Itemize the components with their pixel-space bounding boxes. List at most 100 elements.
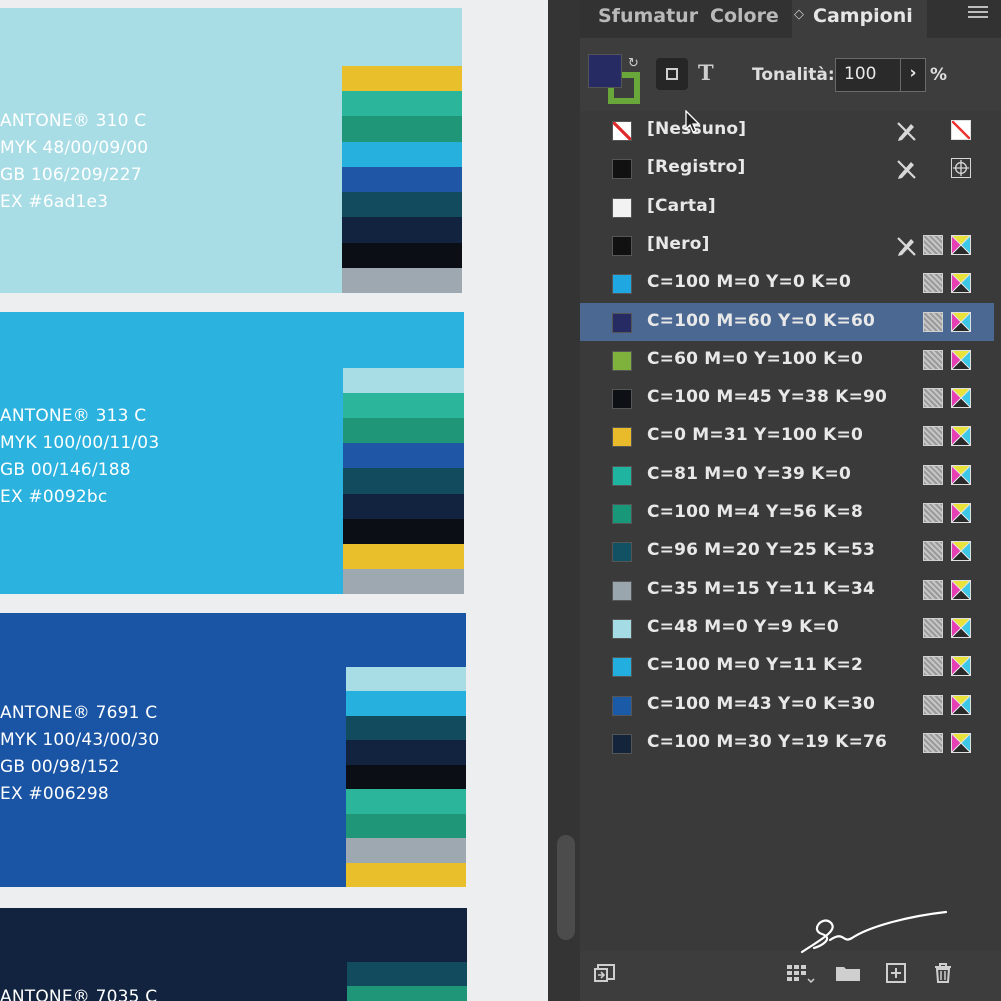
swatch-row[interactable]: [Nessuno] (580, 111, 994, 149)
scrollbar-thumb[interactable] (557, 835, 575, 940)
cmyk-mode-icon (951, 465, 971, 485)
swatch-row[interactable]: C=48 M=0 Y=9 K=0 (580, 609, 994, 647)
tab-color[interactable]: Colore (710, 5, 779, 27)
non-editable-pencil-icon (897, 237, 916, 256)
color-stack (343, 368, 464, 594)
swatch-row[interactable]: C=81 M=0 Y=39 K=0 (580, 456, 994, 494)
swatch-color-chip (612, 236, 632, 256)
swatch-name: [Carta] (647, 196, 716, 216)
formatting-affects-text-button[interactable]: T (698, 60, 714, 85)
new-color-group-options-icon[interactable] (786, 963, 816, 983)
swatch-name: [Registro] (647, 157, 746, 177)
card-line: EX #0092bc (0, 487, 108, 507)
color-card-pantone-313: ANTONE® 313 C MYK 100/00/11/03 GB 00/146… (0, 312, 464, 594)
panel-menu-icon[interactable] (968, 6, 988, 22)
formatting-affects-container-button[interactable] (656, 58, 688, 90)
swatch-row[interactable]: C=100 M=45 Y=38 K=90 (580, 379, 994, 417)
swatch-row[interactable]: C=100 M=0 Y=11 K=2 (580, 647, 994, 685)
card-line: EX #006298 (0, 784, 109, 804)
swatch-row[interactable]: C=96 M=20 Y=25 K=53 (580, 532, 994, 570)
document-canvas: ANTONE® 310 C MYK 48/00/09/00 GB 106/209… (0, 0, 548, 1001)
cmyk-mode-icon (951, 388, 971, 408)
swatch-row[interactable]: C=100 M=30 Y=19 K=76 (580, 724, 994, 762)
card-line: MYK 48/00/09/00 (0, 138, 149, 158)
process-color-icon (923, 733, 943, 753)
color-stack-band (343, 568, 464, 594)
swatch-row[interactable]: C=100 M=43 Y=0 K=30 (580, 686, 994, 724)
swatch-color-chip (612, 198, 632, 218)
swatch-row[interactable]: C=35 M=15 Y=11 K=34 (580, 571, 994, 609)
swatch-row[interactable]: C=100 M=0 Y=0 K=0 (580, 264, 994, 302)
mouse-cursor-icon (685, 110, 701, 133)
color-stack-band (346, 862, 466, 887)
color-card-pantone-310: ANTONE® 310 C MYK 48/00/09/00 GB 106/209… (0, 8, 462, 293)
swatch-color-chip (612, 121, 632, 141)
color-stack-band (346, 715, 466, 741)
swatch-name: C=35 M=15 Y=11 K=34 (647, 579, 876, 599)
color-stack-band (343, 468, 464, 494)
swatch-row[interactable]: [Registro] (580, 149, 994, 187)
swatch-row[interactable]: C=100 M=4 Y=56 K=8 (580, 494, 994, 532)
color-card-specs: ANTONE® 7035 C (0, 984, 157, 1001)
color-stack-band (346, 691, 466, 716)
swatch-color-chip (612, 734, 632, 754)
color-stack (346, 667, 466, 887)
cmyk-mode-icon (951, 350, 971, 370)
swatch-row[interactable]: [Nero] (580, 226, 994, 264)
color-stack-band (347, 986, 467, 1001)
swatch-name: C=96 M=20 Y=25 K=53 (647, 540, 876, 560)
color-stack-band (342, 66, 462, 92)
swatch-name: C=81 M=0 Y=39 K=0 (647, 464, 851, 484)
swatch-row[interactable]: C=0 M=31 Y=100 K=0 (580, 417, 994, 455)
tint-label: Tonalità: (752, 65, 835, 85)
card-line: GB 00/98/152 (0, 757, 120, 777)
cmyk-mode-icon (951, 733, 971, 753)
swatch-row[interactable]: C=100 M=60 Y=0 K=60 (580, 303, 994, 341)
fill-swatch[interactable] (588, 54, 622, 88)
tint-input[interactable]: 100 (835, 58, 901, 92)
registration-mark-icon (951, 158, 971, 178)
color-stack-band (342, 116, 462, 142)
process-color-icon (923, 465, 943, 485)
process-color-icon (923, 350, 943, 370)
swatch-row[interactable]: [Carta] (580, 188, 994, 226)
swatch-color-chip (612, 313, 632, 333)
color-stack-band (343, 543, 464, 569)
process-color-icon (923, 656, 943, 676)
swatch-color-chip (612, 351, 632, 371)
swatch-color-chip (612, 466, 632, 486)
tab-gradient[interactable]: Sfumatur (598, 5, 698, 27)
process-color-icon (923, 580, 943, 600)
tint-slider-button[interactable]: › (900, 58, 926, 92)
process-color-icon (923, 618, 943, 638)
signature-watermark (800, 910, 948, 954)
fill-stroke-widget[interactable]: ↻ (588, 54, 642, 106)
color-stack-band (343, 418, 464, 444)
color-stack-band (343, 493, 464, 519)
process-color-icon (923, 426, 943, 446)
card-line: ANTONE® 310 C (0, 111, 147, 131)
swatch-list: [Nessuno] [Registro] [Carta] [Nero] C=100 M=… (580, 111, 1001, 951)
color-stack-band (343, 368, 464, 394)
new-color-group-icon[interactable] (835, 963, 861, 983)
swatch-view-icon[interactable] (594, 963, 616, 983)
tab-swatches[interactable]: Campioni (813, 5, 913, 27)
color-card-specs: ANTONE® 7691 C MYK 100/43/00/30 GB 00/98… (0, 700, 159, 808)
card-line: MYK 100/00/11/03 (0, 433, 160, 453)
process-color-icon (923, 695, 943, 715)
swatch-name: C=100 M=0 Y=11 K=2 (647, 655, 864, 675)
swap-fill-stroke-icon[interactable]: ↻ (628, 56, 639, 71)
swatch-color-chip (612, 619, 632, 639)
card-line: EX #6ad1e3 (0, 192, 109, 212)
process-color-icon (923, 388, 943, 408)
swatch-color-chip (612, 657, 632, 677)
new-swatch-icon[interactable] (885, 963, 907, 983)
delete-swatch-icon[interactable] (932, 963, 954, 983)
card-line: MYK 100/43/00/30 (0, 730, 160, 750)
non-editable-pencil-icon (897, 122, 916, 141)
tab-collapse-icon[interactable]: ◇ (794, 7, 804, 22)
card-line: GB 106/209/227 (0, 165, 142, 185)
color-stack-band (346, 667, 466, 692)
color-stack-band (342, 166, 462, 193)
swatch-row[interactable]: C=60 M=0 Y=100 K=0 (580, 341, 994, 379)
